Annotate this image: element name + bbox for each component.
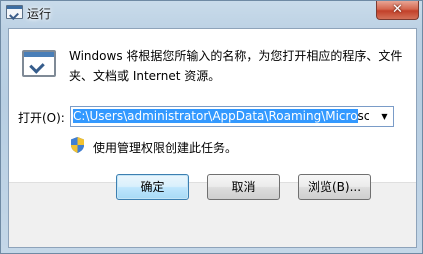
open-input[interactable]: C:\Users\administrator\AppData\Roaming\M…: [73, 109, 369, 124]
dialog-content: Windows 将根据您所输入的名称，为您打开相应的程序、文件夹、文档或 Int…: [9, 29, 416, 182]
open-input-selected-text: C:\Users\administrator\AppData\Roaming\M…: [73, 109, 358, 123]
title-bar[interactable]: 运行 ✕: [1, 1, 423, 25]
cancel-button[interactable]: 取消: [207, 174, 280, 200]
admin-privileges-note: 使用管理权限创建此任务。: [93, 141, 238, 155]
dialog-client-area: Windows 将根据您所输入的名称，为您打开相应的程序、文件夹、文档或 Int…: [8, 28, 417, 248]
open-combobox[interactable]: C:\Users\administrator\AppData\Roaming\M…: [70, 106, 394, 127]
open-input-unselected-text: sc: [357, 109, 369, 123]
window-title: 运行: [27, 7, 52, 21]
run-dialog-window: 运行 ✕ Windows 将根据您所输入的名称，为您打开相应的程序、文件夹、文档…: [0, 0, 423, 254]
ok-button[interactable]: 确定: [116, 174, 189, 200]
dialog-description: Windows 将根据您所输入的名称，为您打开相应的程序、文件夹、文档或 Int…: [69, 49, 403, 83]
chevron-down-icon[interactable]: ▼: [376, 107, 393, 126]
close-button[interactable]: ✕: [376, 1, 419, 20]
run-dialog-icon: [6, 5, 23, 19]
open-label: 打开(O):: [18, 111, 65, 125]
browse-button[interactable]: 浏览(B)...: [298, 174, 371, 200]
uac-shield-icon: [71, 137, 84, 153]
run-program-icon: [22, 50, 56, 77]
